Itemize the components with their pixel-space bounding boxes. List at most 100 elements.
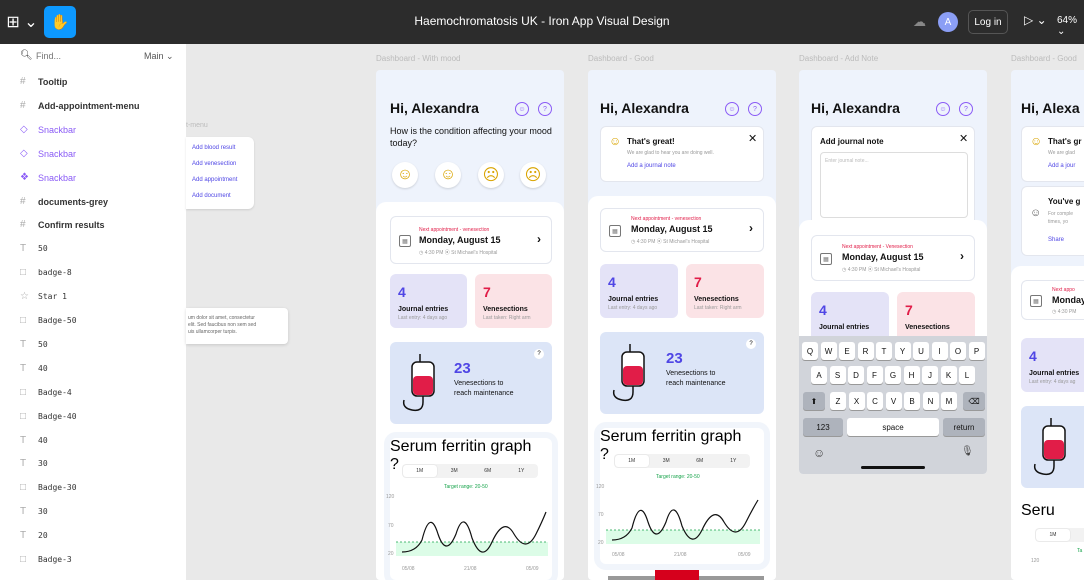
profile-icon[interactable]: ☺: [936, 102, 950, 116]
layer-item[interactable]: □ Badge-30: [0, 476, 186, 500]
add-journal-note-link[interactable]: Add a jour: [1048, 163, 1075, 169]
layer-item[interactable]: T 40: [0, 429, 186, 453]
range-6m[interactable]: 6M: [471, 464, 505, 478]
key-e[interactable]: E: [839, 342, 855, 360]
key-s[interactable]: S: [829, 366, 846, 384]
venesections-card[interactable]: 7 Venesections Last taken: Right arm: [475, 274, 552, 328]
help-icon[interactable]: ?: [748, 102, 762, 116]
layer-item[interactable]: □ Badge-50: [0, 309, 186, 333]
avatar[interactable]: A: [938, 12, 958, 32]
layer-item[interactable]: ◇ Snackbar: [0, 118, 186, 142]
key-q[interactable]: Q: [802, 342, 818, 360]
help-icon[interactable]: ?: [959, 102, 973, 116]
layer-item[interactable]: ❖ Snackbar: [0, 166, 186, 190]
frame-label[interactable]: Dashboard - Good: [588, 54, 654, 63]
profile-icon[interactable]: ☺: [515, 102, 529, 116]
key-p[interactable]: P: [968, 342, 985, 360]
range-1y[interactable]: 1Y: [505, 464, 539, 478]
zoom-menu[interactable]: 64% ⌄: [1057, 15, 1084, 37]
key-v[interactable]: V: [885, 392, 902, 410]
layer-item[interactable]: T 30: [0, 500, 186, 524]
menu-item-add-document[interactable]: Add document: [192, 193, 231, 199]
range-1y[interactable]: 1Y: [717, 454, 751, 468]
key-z[interactable]: Z: [830, 392, 846, 410]
journal-entries-card[interactable]: 4 Journal entries Last entry: 4 days ago: [600, 264, 678, 318]
key-return[interactable]: return: [943, 418, 985, 436]
page-selector[interactable]: Main ⌄: [144, 51, 174, 62]
key-shift[interactable]: ⬆: [803, 392, 825, 410]
mood-neutral-icon[interactable]: ☹: [478, 162, 504, 188]
key-c[interactable]: C: [867, 392, 883, 410]
frame-label[interactable]: Dashboard - Good: [1011, 54, 1077, 63]
frame-dashboard-add-note[interactable]: Hi, Alexandra ☺ ? Add journal note ✕ Ent…: [799, 70, 987, 474]
layer-item[interactable]: T 40: [0, 357, 186, 381]
key-r[interactable]: R: [857, 342, 874, 360]
layer-item[interactable]: T 20: [0, 524, 186, 548]
note-textarea[interactable]: Enter journal note...: [820, 152, 968, 218]
key-i[interactable]: I: [931, 342, 948, 360]
key-d[interactable]: D: [848, 366, 864, 384]
maintenance-help-icon[interactable]: ?: [746, 339, 756, 349]
emoji-icon[interactable]: ☺: [813, 446, 825, 460]
key-n[interactable]: N: [922, 392, 939, 410]
menu-item-add-appointment[interactable]: Add appointment: [192, 177, 237, 183]
microphone-icon[interactable]: 🎙: [961, 446, 974, 457]
close-icon[interactable]: ✕: [748, 132, 757, 145]
layer-item[interactable]: □ badge-8: [0, 261, 186, 285]
layer-item[interactable]: # documents-grey: [0, 190, 186, 214]
key-h[interactable]: H: [903, 366, 920, 384]
next-appointment-card[interactable]: ▦ Next appo Monday ◷ 4:30 PM: [1021, 280, 1084, 320]
maintenance-card[interactable]: 23 Venesections to reach maintenance ?: [600, 332, 764, 414]
help-icon[interactable]: ?: [538, 102, 552, 116]
add-journal-note-link[interactable]: Add a journal note: [627, 163, 676, 169]
journal-entries-card[interactable]: 4 Journal entries Last entry: 4 days ago: [390, 274, 467, 328]
layer-item[interactable]: # Confirm results: [0, 213, 186, 237]
venesections-card[interactable]: 7 Venesections Last taken: Right arm: [686, 264, 764, 318]
key-l[interactable]: L: [959, 366, 975, 384]
key-y[interactable]: Y: [894, 342, 911, 360]
mood-sad-icon[interactable]: ☹: [520, 162, 546, 188]
key-w[interactable]: W: [820, 342, 837, 360]
menu-frame-label[interactable]: t-menu: [186, 122, 208, 129]
range-3m[interactable]: 3M: [438, 464, 472, 478]
journal-entries-card[interactable]: 4 Journal entries Last entry: 4 days ag: [1021, 338, 1084, 392]
next-appointment-card[interactable]: ▦ Next appointment - venesection Monday,…: [390, 216, 552, 264]
key-j[interactable]: J: [922, 366, 938, 384]
key-a[interactable]: A: [811, 366, 827, 384]
menu-item-add-venesection[interactable]: Add venesection: [192, 161, 236, 167]
layer-item[interactable]: T 50: [0, 333, 186, 357]
frame-dashboard-good-2[interactable]: Hi, Alexa ☺ That's gr We are glad Add a …: [1011, 70, 1084, 580]
maintenance-help-icon[interactable]: ?: [534, 349, 544, 359]
layer-item[interactable]: ☆ Star 1: [0, 285, 186, 309]
layer-item[interactable]: T 30: [0, 452, 186, 476]
layer-item[interactable]: □ Badge-40: [0, 405, 186, 429]
range-1m[interactable]: 1M: [1036, 529, 1070, 541]
key-x[interactable]: X: [848, 392, 865, 410]
key-numbers[interactable]: 123: [803, 418, 843, 436]
mood-very-happy-icon[interactable]: ☺: [392, 162, 418, 188]
key-b[interactable]: B: [904, 392, 920, 410]
close-icon[interactable]: ✕: [959, 132, 968, 145]
key-m[interactable]: M: [941, 392, 957, 410]
share-link[interactable]: Share: [1048, 237, 1064, 243]
frame-label[interactable]: Dashboard - Add Note: [799, 54, 878, 63]
key-k[interactable]: K: [940, 366, 957, 384]
range-3m[interactable]: 3M: [650, 454, 684, 468]
key-f[interactable]: F: [866, 366, 883, 384]
next-appointment-card[interactable]: ▦ Next appointment - venesection Monday,…: [600, 208, 764, 252]
next-appointment-card[interactable]: ▦ Next appointment - Venesection Monday,…: [811, 235, 975, 281]
range-1m[interactable]: 1M: [615, 455, 649, 467]
key-space[interactable]: space: [847, 418, 939, 436]
layer-item[interactable]: □ Badge-3: [0, 548, 186, 572]
search-input[interactable]: [36, 48, 126, 64]
layer-item[interactable]: # Add-appointment-menu: [0, 94, 186, 118]
mood-happy-icon[interactable]: ☺: [435, 162, 461, 188]
menu-item-add-blood-result[interactable]: Add blood result: [192, 145, 235, 151]
layer-item[interactable]: ◇ Snackbar: [0, 142, 186, 166]
login-button[interactable]: Log in: [968, 10, 1008, 34]
maintenance-card[interactable]: 23 Venesections to reach maintenance ?: [390, 342, 552, 424]
frame-label[interactable]: Dashboard - With mood: [376, 54, 460, 63]
range-6m[interactable]: 6M: [683, 454, 717, 468]
frame-dashboard-with-mood[interactable]: Hi, Alexandra ☺ ? How is the condition a…: [376, 70, 564, 580]
layer-item[interactable]: □ Badge-4: [0, 381, 186, 405]
